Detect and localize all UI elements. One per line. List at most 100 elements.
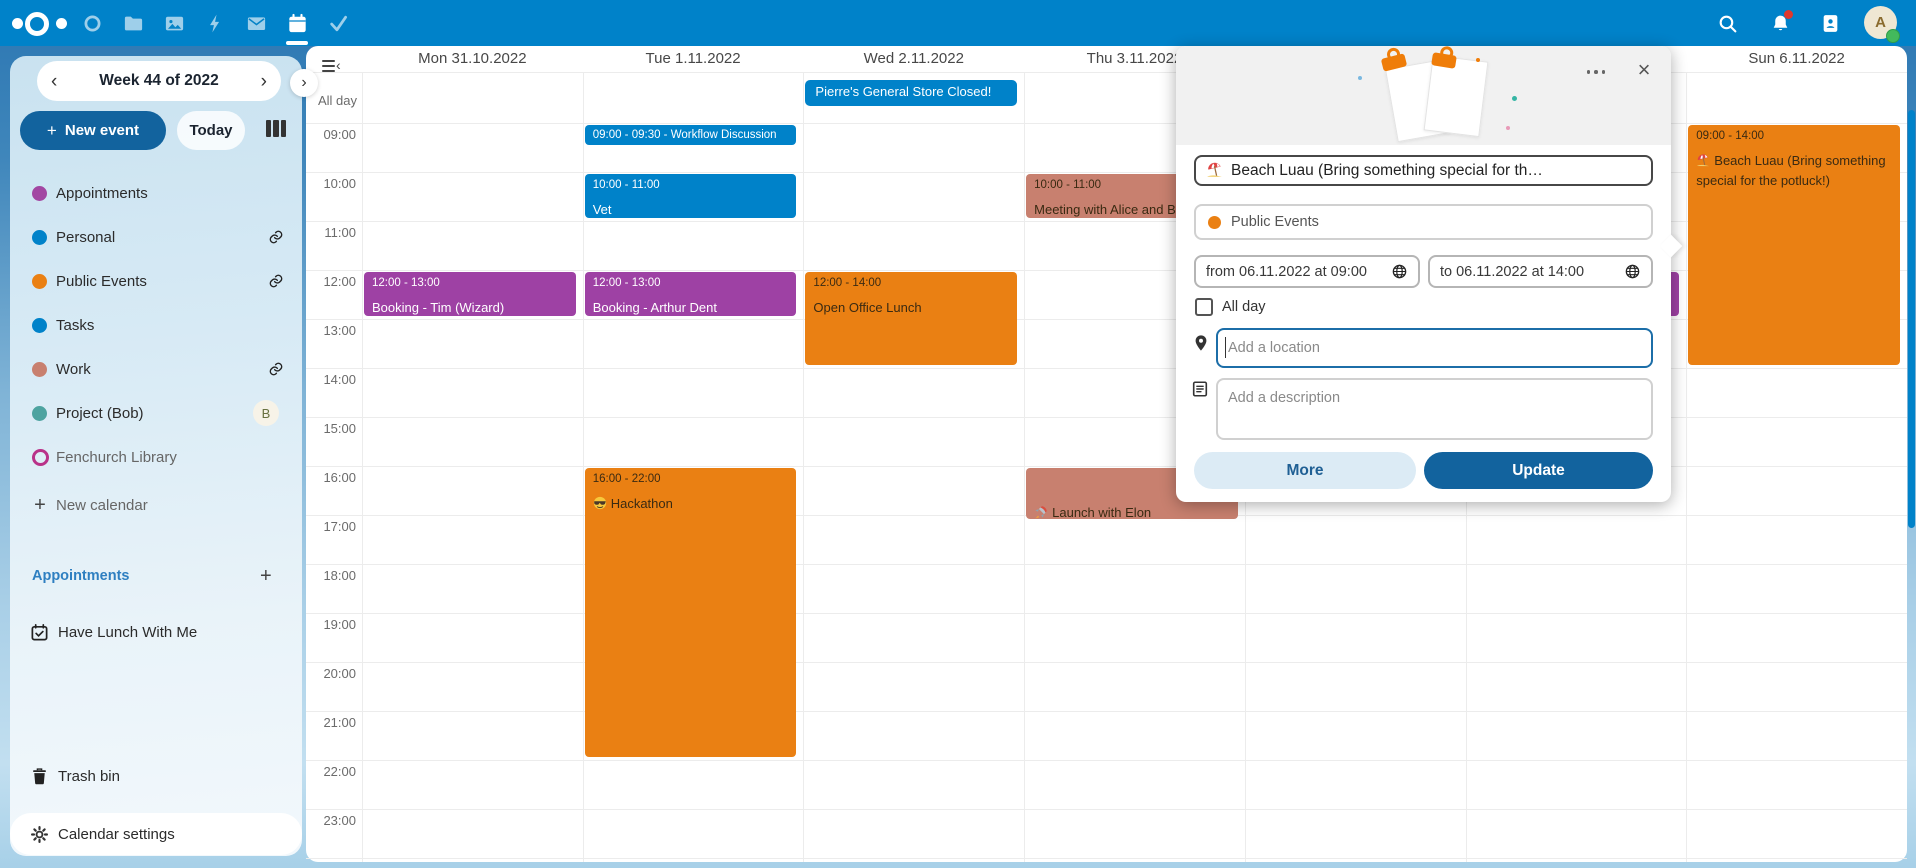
- calendar-event[interactable]: 09:00 - 14:00Beach Luau (Bring something…: [1688, 125, 1900, 365]
- day-header[interactable]: Wed 2.11.2022: [803, 46, 1024, 72]
- day-header[interactable]: Sun 6.11.2022: [1686, 46, 1907, 72]
- new-event-button[interactable]: + New event: [20, 111, 166, 150]
- all-day-label: All day: [306, 93, 357, 108]
- grid-line: [583, 72, 584, 862]
- sidebar-toggle-button[interactable]: ›: [290, 69, 318, 97]
- contacts-icon[interactable]: [1810, 3, 1850, 43]
- nextcloud-calendar-app: A ‹ Week 44 of 2022 › + New event Today …: [0, 0, 1916, 868]
- all-day-checkbox[interactable]: [1195, 298, 1213, 316]
- start-datetime-field[interactable]: from 06.11.2022 at 09:00: [1194, 255, 1420, 288]
- grid-line: [306, 809, 1907, 810]
- sidebar-calendar-item[interactable]: Work: [10, 351, 302, 387]
- hour-label: 10:00: [306, 176, 356, 191]
- calendar-label: Public Events: [56, 273, 147, 290]
- calendar-select[interactable]: Public Events: [1194, 204, 1653, 240]
- calendar-color-dot: [32, 230, 47, 245]
- grid-line: [803, 72, 804, 862]
- grid-line: [306, 760, 1907, 761]
- share-link-icon[interactable]: [266, 359, 286, 379]
- appointments-heading: Appointments: [32, 568, 129, 584]
- event-time: 12:00 - 13:00: [593, 277, 789, 289]
- notification-dot: [1784, 10, 1793, 19]
- share-link-icon[interactable]: [266, 271, 286, 291]
- grid-line: [1686, 72, 1687, 862]
- calendar-icon[interactable]: [277, 3, 317, 43]
- sidebar-calendar-item[interactable]: Personal: [10, 219, 302, 255]
- previous-week-button[interactable]: ‹: [51, 72, 57, 91]
- grid-line: [306, 711, 1907, 712]
- appointment-item[interactable]: Have Lunch With Me: [10, 614, 302, 650]
- dashboard-icon[interactable]: [72, 3, 112, 43]
- timezone-globe-icon[interactable]: [1624, 263, 1641, 280]
- files-icon[interactable]: [113, 3, 153, 43]
- calendar-settings-button[interactable]: Calendar settings: [10, 813, 302, 855]
- calendar-event[interactable]: 12:00 - 13:00Booking - Tim (Wizard): [364, 272, 576, 316]
- grid-line: [306, 858, 1907, 859]
- day-header[interactable]: Tue 1.11.2022: [583, 46, 804, 72]
- beach-umbrella-icon: [1206, 161, 1231, 181]
- calendar-color-dot: [32, 406, 47, 421]
- update-button[interactable]: Update: [1424, 452, 1653, 489]
- today-button[interactable]: Today: [177, 111, 245, 150]
- calendar-event[interactable]: 09:00 - 09:30 - Workflow Discussion: [585, 125, 797, 145]
- nextcloud-logo-icon[interactable]: [12, 8, 74, 38]
- plus-icon: +: [47, 121, 57, 141]
- calendar-label: Tasks: [56, 317, 94, 334]
- close-icon[interactable]: ×: [1628, 54, 1660, 86]
- description-input[interactable]: [1216, 378, 1653, 440]
- grid-line: [362, 72, 363, 862]
- calendar-event[interactable]: 10:00 - 11:00Vet: [585, 174, 797, 218]
- view-columns-icon[interactable]: [266, 120, 286, 137]
- grid-line: [1024, 72, 1025, 862]
- end-datetime-field[interactable]: to 06.11.2022 at 14:00: [1428, 255, 1653, 288]
- all-day-event[interactable]: Pierre's General Store Closed!: [805, 80, 1017, 106]
- shared-by-avatar: B: [253, 400, 279, 426]
- collapse-navigation-icon[interactable]: ‹: [322, 60, 344, 76]
- calendar-color-dot: [32, 318, 47, 333]
- next-week-button[interactable]: ›: [261, 72, 267, 91]
- event-title-input[interactable]: Beach Luau (Bring something special for …: [1194, 155, 1653, 186]
- text-caret: [1225, 337, 1226, 358]
- calendar-label: Work: [56, 361, 91, 378]
- day-header[interactable]: Mon 31.10.2022: [362, 46, 583, 72]
- all-day-checkbox-row: All day: [1195, 298, 1266, 316]
- calendar-color-dot: [1208, 216, 1221, 229]
- plus-icon: +: [32, 494, 48, 517]
- photos-icon[interactable]: [154, 3, 194, 43]
- sidebar-calendar-item[interactable]: Public Events: [10, 263, 302, 299]
- hour-label: 19:00: [306, 617, 356, 632]
- activity-icon[interactable]: [195, 3, 235, 43]
- notifications-bell-icon[interactable]: [1760, 3, 1800, 43]
- new-calendar-button[interactable]: + New calendar: [10, 487, 302, 523]
- more-button[interactable]: More: [1194, 452, 1416, 489]
- calendar-label: Appointments: [56, 185, 148, 202]
- calendar-label: Personal: [56, 229, 115, 246]
- beach-umbrella-icon: [1696, 153, 1714, 168]
- add-appointment-button[interactable]: +: [260, 565, 272, 588]
- event-time: 09:00 - 14:00: [1696, 130, 1892, 142]
- trash-bin-button[interactable]: Trash bin: [10, 758, 302, 794]
- calendar-event[interactable]: 12:00 - 14:00Open Office Lunch: [805, 272, 1017, 365]
- calendar-event[interactable]: 16:00 - 22:00Hackathon: [585, 468, 797, 757]
- event-title: Launch with Elon: [1034, 503, 1230, 519]
- sunglasses-face-icon: [593, 496, 611, 511]
- mail-icon[interactable]: [236, 3, 276, 43]
- sidebar-calendar-item[interactable]: Appointments: [10, 175, 302, 211]
- search-icon[interactable]: [1707, 3, 1747, 43]
- location-pin-icon: [1192, 334, 1210, 352]
- calendar-label: Project (Bob): [56, 405, 144, 422]
- hour-label: 09:00: [306, 127, 356, 142]
- calendar-event[interactable]: 12:00 - 13:00Booking - Arthur Dent: [585, 272, 797, 316]
- sidebar-calendar-item[interactable]: Fenchurch Library: [10, 439, 302, 475]
- scrollbar-thumb[interactable]: [1908, 110, 1915, 528]
- hour-label: 11:00: [306, 225, 356, 240]
- timezone-globe-icon[interactable]: [1391, 263, 1408, 280]
- share-link-icon[interactable]: [266, 227, 286, 247]
- calendar-color-dot: [32, 362, 47, 377]
- tasks-icon[interactable]: [318, 3, 358, 43]
- more-actions-icon[interactable]: [1580, 60, 1612, 84]
- location-input[interactable]: [1216, 328, 1653, 368]
- sidebar-calendar-item[interactable]: Tasks: [10, 307, 302, 343]
- hour-label: 13:00: [306, 323, 356, 338]
- sidebar-calendar-item[interactable]: Project (Bob) B: [10, 395, 302, 431]
